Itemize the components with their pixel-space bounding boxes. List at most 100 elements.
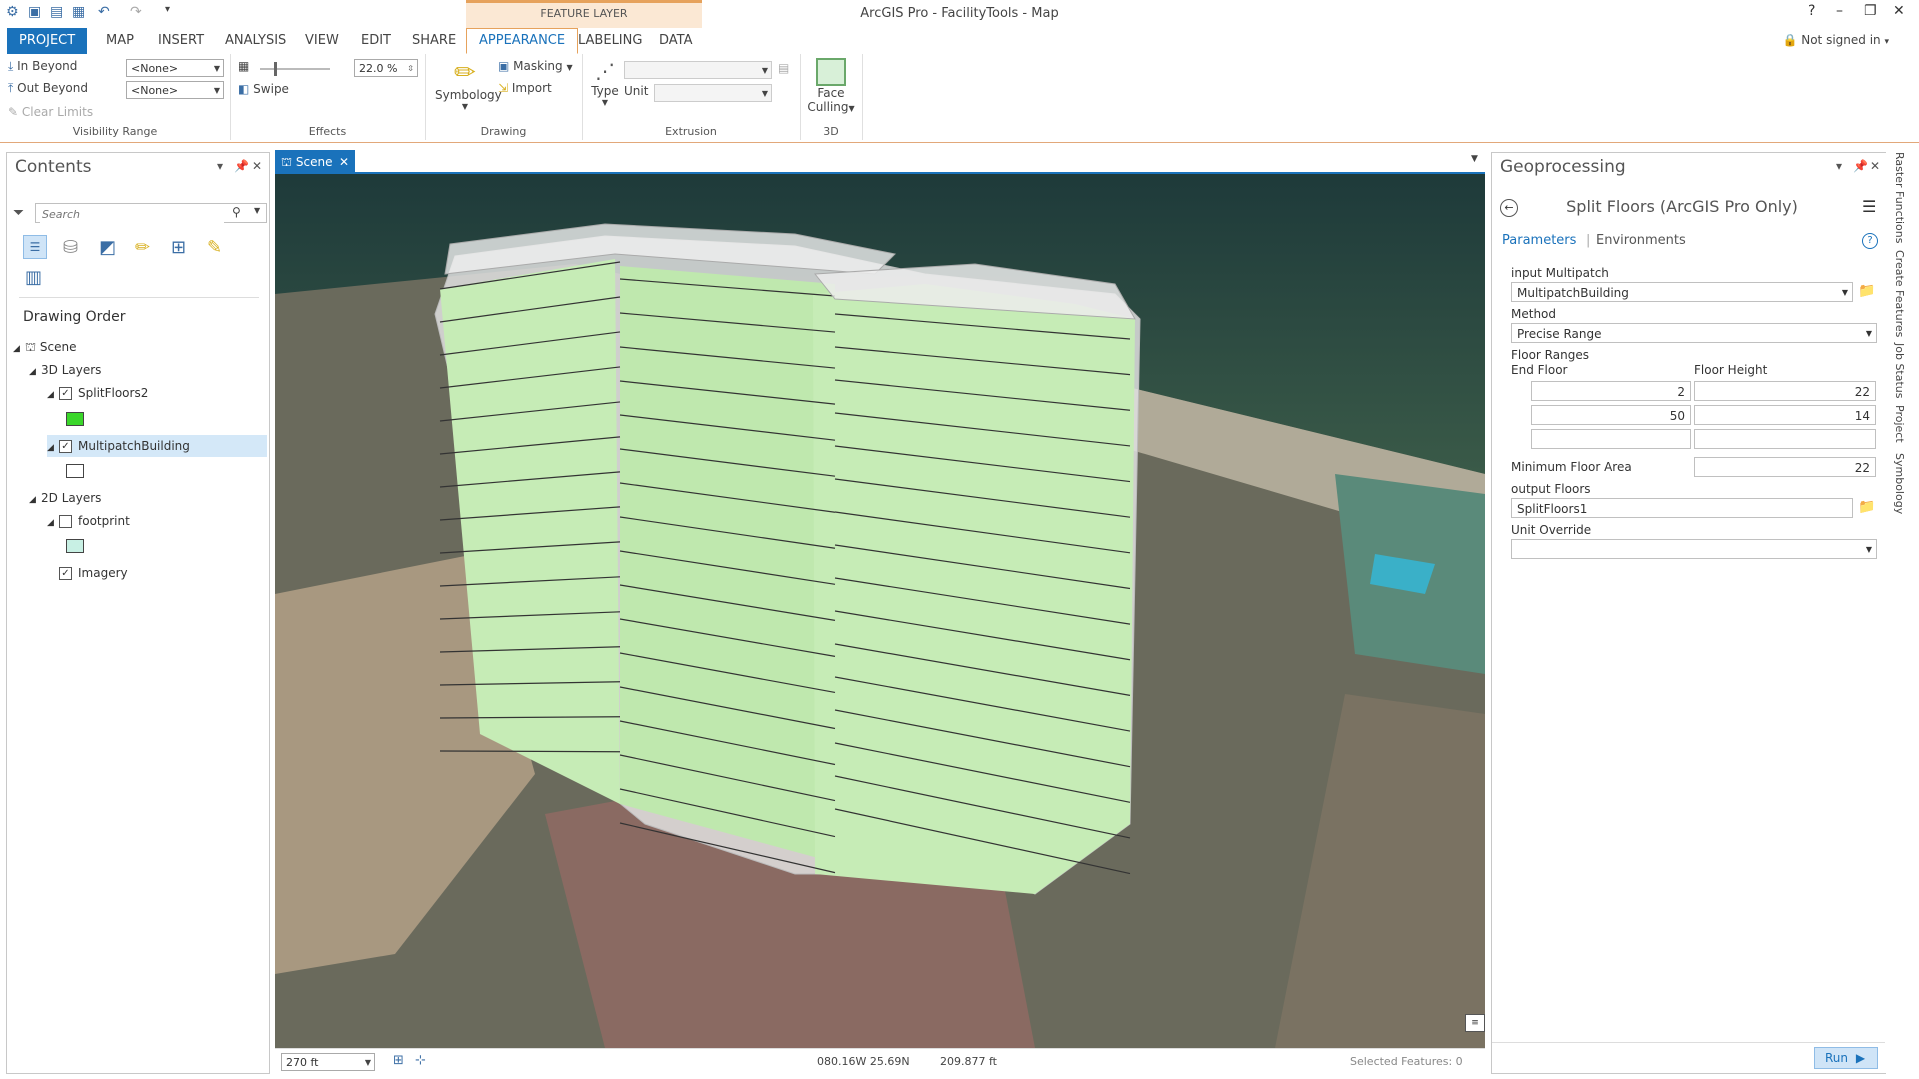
transparency-input[interactable]: 22.0 % ⇳ (354, 59, 418, 77)
floor-height-cell[interactable]: 14 (1694, 405, 1876, 425)
side-tab-symbology[interactable]: Symbology (1893, 453, 1906, 514)
list-charts-icon[interactable]: ▥ (25, 267, 42, 288)
side-tab-job-status[interactable]: Job Status (1893, 343, 1906, 399)
filter-icon[interactable]: ⏷ (13, 205, 24, 221)
import-button[interactable]: ⇲ Import (498, 81, 552, 95)
pane-menu-icon[interactable]: ▾ (1836, 159, 1842, 173)
symbol-swatch-footprint[interactable] (66, 539, 84, 553)
output-floors-input[interactable]: SplitFloors1 (1511, 498, 1853, 518)
layer-visibility-checkbox[interactable] (59, 515, 72, 528)
close-button[interactable]: ✕ (1893, 3, 1905, 19)
extrusion-unit-combo[interactable]: ▼ (654, 84, 772, 102)
extrusion-expression-combo[interactable]: ▼ (624, 61, 772, 79)
unit-override-combo[interactable]: ▼ (1511, 539, 1877, 559)
symbol-swatch-splitfloors2[interactable] (66, 412, 84, 426)
face-culling-button[interactable]: Face Culling▼ (804, 58, 858, 114)
tab-appearance[interactable]: APPEARANCE (466, 28, 579, 54)
tab-data[interactable]: DATA (647, 28, 705, 54)
expand-icon[interactable]: ◢ (47, 385, 59, 405)
run-button[interactable]: Run ▶ (1814, 1047, 1878, 1069)
expand-icon[interactable]: ◢ (47, 513, 59, 533)
browse-folder-icon[interactable]: 📁 (1858, 499, 1875, 515)
list-by-editing-icon[interactable]: ✏ (135, 237, 150, 258)
swipe-button[interactable]: ◧ Swipe (238, 82, 289, 96)
coordinate-system-icon[interactable]: ⊹ (415, 1053, 426, 1068)
tab-edit[interactable]: EDIT (349, 28, 403, 54)
masking-button[interactable]: ▣ Masking ▼ (498, 59, 573, 73)
scene-notes-icon[interactable]: ≡ (1465, 1014, 1485, 1032)
tab-map[interactable]: MAP (94, 28, 146, 54)
transparency-slider[interactable] (260, 62, 330, 76)
search-icon[interactable]: ⚲ (232, 205, 241, 219)
layer-visibility-checkbox[interactable]: ✓ (59, 440, 72, 453)
input-multipatch-combo[interactable]: MultipatchBuilding ▼ (1511, 282, 1853, 302)
clear-limits-button[interactable]: ✎ Clear Limits (8, 105, 93, 119)
floor-height-cell[interactable]: 22 (1694, 381, 1876, 401)
contents-search-input[interactable] (40, 205, 224, 223)
contents-search[interactable]: ⚲ ▼ (35, 203, 267, 223)
list-by-labeling-icon[interactable]: ✎ (207, 237, 222, 258)
expand-icon[interactable]: ◢ (29, 490, 41, 510)
close-pane-icon[interactable]: ✕ (252, 159, 262, 173)
tab-insert[interactable]: INSERT (146, 28, 216, 54)
tree-item-scene[interactable]: ◢ ⛫ Scene (13, 337, 76, 357)
tab-scene[interactable]: ⛫ Scene ✕ (275, 150, 355, 174)
tree-item-splitfloors2[interactable]: ◢ ✓ SplitFloors2 (47, 383, 148, 403)
side-tab-project[interactable]: Project (1893, 405, 1906, 443)
end-floor-cell-empty[interactable] (1531, 429, 1691, 449)
end-floor-cell[interactable]: 50 (1531, 405, 1691, 425)
end-floor-cell[interactable]: 2 (1531, 381, 1691, 401)
expand-icon[interactable]: ◢ (47, 438, 59, 458)
pin-icon[interactable]: 📌 (234, 159, 249, 173)
scene-3d-render[interactable] (275, 174, 1485, 1048)
tab-labeling[interactable]: LABELING (566, 28, 654, 54)
minimize-button[interactable]: – (1836, 3, 1843, 19)
scene-view[interactable]: ≡ (275, 174, 1485, 1048)
transparency-slider-thumb[interactable] (274, 62, 277, 76)
help-icon[interactable]: ? (1862, 233, 1878, 249)
tab-project[interactable]: PROJECT (7, 28, 88, 54)
tab-analysis[interactable]: ANALYSIS (213, 28, 298, 54)
tab-environments[interactable]: Environments (1596, 233, 1686, 248)
close-pane-icon[interactable]: ✕ (1870, 159, 1880, 173)
extrusion-type-button[interactable]: ⋰ Type ▼ (588, 58, 622, 107)
out-beyond-combo[interactable]: <None> ▼ (126, 81, 224, 99)
tab-share[interactable]: SHARE (400, 28, 468, 54)
expand-icon[interactable]: ◢ (13, 339, 25, 359)
in-beyond-combo[interactable]: <None> ▼ (126, 59, 224, 77)
tree-item-footprint[interactable]: ◢ footprint (47, 511, 130, 531)
in-beyond-button[interactable]: ⤓ In Beyond (8, 59, 77, 74)
expression-builder-icon[interactable]: ▤ (778, 61, 789, 75)
tree-item-multipatchbuilding[interactable]: ◢ ✓ MultipatchBuilding (47, 436, 190, 456)
chevron-down-icon[interactable]: ▼ (254, 206, 260, 215)
menu-icon[interactable]: ☰ (1862, 197, 1876, 216)
help-button[interactable]: ? (1808, 3, 1815, 19)
tab-parameters[interactable]: Parameters (1502, 233, 1576, 248)
selected-features-count[interactable]: Selected Features: 0 (1350, 1055, 1463, 1068)
layer-visibility-checkbox[interactable]: ✓ (59, 567, 72, 580)
symbology-button[interactable]: ✏ Symbology ▼ (435, 58, 502, 111)
scale-combo[interactable]: 270 ft ▼ (281, 1053, 375, 1071)
side-tab-create-features[interactable]: Create Features (1893, 250, 1906, 337)
pane-menu-icon[interactable]: ▾ (217, 159, 223, 173)
symbol-swatch-multipatch[interactable] (66, 464, 84, 478)
floor-height-cell-empty[interactable] (1694, 429, 1876, 449)
restore-button[interactable]: ❐ (1864, 3, 1877, 19)
browse-folder-icon[interactable]: 📁 (1858, 283, 1875, 299)
method-combo[interactable]: Precise Range ▼ (1511, 323, 1877, 343)
out-beyond-button[interactable]: ⤒ Out Beyond (8, 81, 88, 96)
minimum-floor-area-input[interactable]: 22 (1694, 457, 1876, 477)
tab-view[interactable]: VIEW (293, 28, 351, 54)
tree-item-2d-layers[interactable]: ◢ 2D Layers (29, 488, 101, 508)
close-tab-icon[interactable]: ✕ (339, 150, 349, 174)
tree-item-3d-layers[interactable]: ◢ 3D Layers (29, 360, 101, 380)
tree-item-imagery[interactable]: ✓ Imagery (59, 563, 128, 583)
scale-lock-icon[interactable]: ⊞ (393, 1053, 404, 1068)
chevron-down-icon[interactable]: ▼ (1471, 154, 1478, 164)
list-by-selection-icon[interactable]: ◩ (99, 237, 116, 258)
list-by-data-source-icon[interactable]: ⛁ (63, 237, 78, 258)
list-by-drawing-order-icon[interactable]: ☰ (23, 235, 47, 259)
sign-in-status[interactable]: 🔒 Not signed in ▾ (1782, 33, 1889, 47)
expand-icon[interactable]: ◢ (29, 362, 41, 382)
side-tab-raster-functions[interactable]: Raster Functions (1893, 152, 1906, 244)
